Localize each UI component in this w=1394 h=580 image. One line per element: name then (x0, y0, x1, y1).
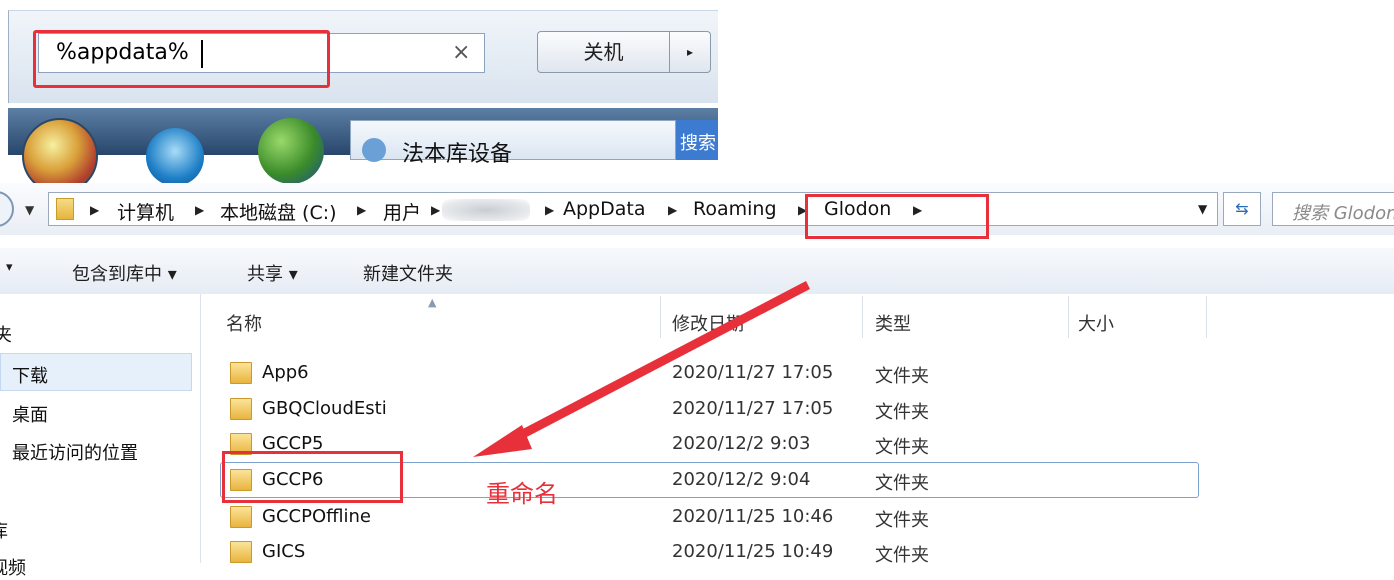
folder-icon (230, 506, 252, 528)
file-modified: 2020/12/2 9:04 (672, 469, 811, 490)
folder-icon (230, 398, 252, 420)
file-name[interactable]: GBQCloudEsti (262, 398, 387, 419)
file-type: 文件夹 (875, 402, 929, 423)
nav-item-videos[interactable]: 视频 (0, 554, 26, 580)
file-name[interactable]: App6 (262, 362, 309, 383)
breadcrumb-computer[interactable]: 计算机 (117, 198, 174, 225)
column-divider[interactable] (660, 296, 661, 338)
column-divider[interactable] (862, 296, 863, 338)
refresh-icon[interactable]: ⇆ (1223, 192, 1261, 226)
file-name[interactable]: GICS (262, 541, 305, 562)
file-type: 文件夹 (875, 366, 929, 387)
ie-icon[interactable] (146, 128, 204, 186)
breadcrumb-separator[interactable]: ▶ (431, 203, 440, 217)
sort-ascending-icon: ▲ (428, 296, 437, 309)
column-divider[interactable] (1206, 296, 1207, 338)
folder-icon (230, 362, 252, 384)
folder-icon (230, 541, 252, 563)
breadcrumb-local-disk[interactable]: 本地磁盘 (C:) (220, 198, 337, 225)
breadcrumb-roaming[interactable]: Roaming (693, 198, 777, 220)
rename-annotation: 重命名 (486, 480, 558, 508)
file-type: 文件夹 (875, 545, 929, 566)
file-modified: 2020/11/25 10:46 (672, 506, 834, 527)
file-modified: 2020/11/27 17:05 (672, 362, 834, 383)
file-type: 文件夹 (875, 437, 929, 458)
file-name[interactable]: GCCPOffline (262, 506, 371, 527)
breadcrumb-users[interactable]: 用户 (383, 198, 421, 225)
file-modified: 2020/11/27 17:05 (672, 398, 834, 419)
taskbar-item[interactable] (350, 120, 676, 160)
nav-item-favorites[interactable]: 收藏夹 (0, 325, 12, 346)
file-type: 文件夹 (875, 473, 929, 494)
taskbar-item-label: 法本库设备 (402, 142, 513, 167)
shutdown-options-arrow[interactable]: ▸ (669, 31, 711, 73)
nav-item-libraries[interactable]: 库 (0, 517, 8, 543)
redacted-username (442, 199, 530, 221)
column-header-size[interactable]: 大小 (1078, 310, 1114, 336)
breadcrumb-separator[interactable]: ▶ (668, 203, 677, 217)
include-in-library-button[interactable]: 包含到库中 ▾ (72, 260, 177, 286)
column-header-name[interactable]: 名称 (226, 310, 262, 336)
address-history-dropdown[interactable]: ▼ (1198, 202, 1207, 216)
file-type: 文件夹 (875, 510, 929, 531)
breadcrumb-appdata[interactable]: AppData (563, 198, 646, 220)
file-modified: 2020/11/25 10:49 (672, 541, 834, 562)
command-bar (0, 248, 1394, 294)
breadcrumb-separator[interactable]: ▶ (545, 203, 554, 217)
address-highlight-box (805, 194, 989, 239)
messenger-icon[interactable] (258, 118, 324, 184)
breadcrumb-separator[interactable]: ▶ (195, 203, 204, 217)
file-modified: 2020/12/2 9:03 (672, 433, 811, 454)
column-header-modified[interactable]: 修改日期 (672, 310, 744, 336)
folder-icon (56, 198, 74, 220)
recent-pages-dropdown[interactable]: ▼ (25, 203, 34, 217)
nav-item-recent-places[interactable]: 最近访问的位置 (12, 439, 138, 465)
share-button[interactable]: 共享 ▾ (247, 260, 298, 286)
explorer-search-placeholder: 搜索 Glodon (1292, 203, 1394, 224)
nav-item-downloads[interactable]: 下载 (12, 362, 48, 388)
organize-menu-arrow[interactable]: ▾ (6, 260, 13, 275)
new-folder-button[interactable]: 新建文件夹 (363, 260, 453, 286)
breadcrumb-separator[interactable]: ▶ (357, 203, 366, 217)
clear-search-icon[interactable]: × (452, 40, 470, 65)
column-header-type[interactable]: 类型 (875, 310, 911, 336)
nav-item-desktop[interactable]: 桌面 (12, 401, 48, 427)
device-icon (362, 138, 386, 162)
shutdown-button[interactable]: 关机 (537, 31, 670, 73)
taskbar-search-tile[interactable]: 搜索 (676, 120, 718, 160)
breadcrumb-separator[interactable]: ▶ (90, 203, 99, 217)
search-highlight-box (33, 30, 330, 88)
navigation-pane (0, 294, 201, 563)
column-divider[interactable] (1068, 296, 1069, 338)
gccp6-highlight-box (222, 451, 403, 503)
